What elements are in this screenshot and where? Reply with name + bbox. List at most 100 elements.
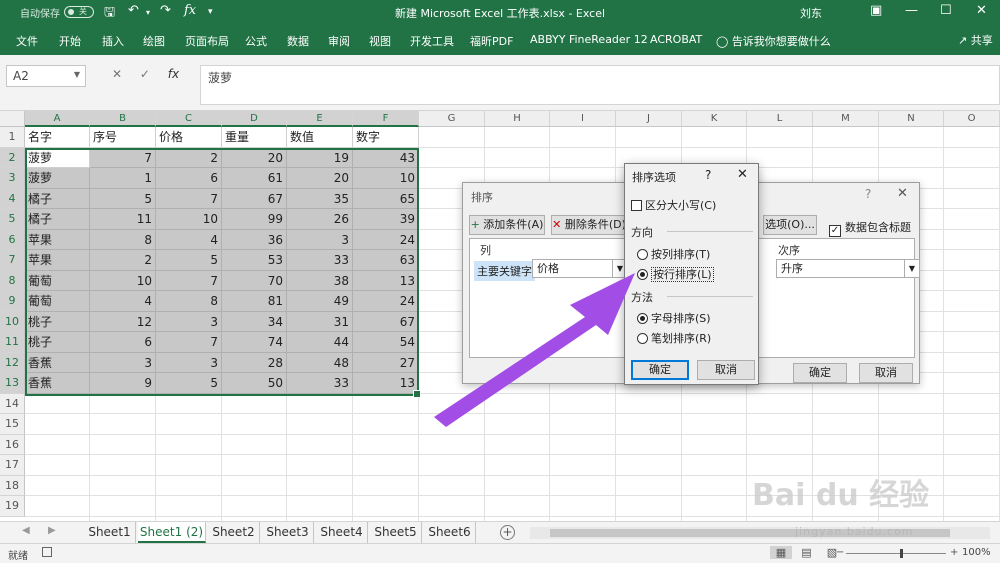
cell-e1[interactable]: 数值 <box>287 127 353 148</box>
cell-d7[interactable]: 53 <box>222 250 287 271</box>
row-header-10[interactable]: 10 <box>0 311 25 332</box>
minimize-icon[interactable]: — <box>905 3 918 18</box>
case-sensitive-checkbox[interactable]: 区分大小写(C) <box>631 197 716 213</box>
cell-c4[interactable]: 7 <box>156 188 222 209</box>
column-header-e[interactable]: E <box>287 111 353 127</box>
cell-b2[interactable]: 7 <box>90 147 156 168</box>
cell-d8[interactable]: 70 <box>222 270 287 291</box>
row-header-7[interactable]: 7 <box>0 250 25 271</box>
row-header-17[interactable]: 17 <box>0 455 25 476</box>
cell-a7[interactable]: 苹果 <box>25 250 90 271</box>
cell-d11[interactable]: 74 <box>222 332 287 353</box>
cell-f9[interactable]: 24 <box>353 291 419 312</box>
cell-e3[interactable]: 20 <box>287 168 353 189</box>
cell-b7[interactable]: 2 <box>90 250 156 271</box>
sheet-tab-2[interactable]: Sheet1 (2) <box>138 522 206 543</box>
row-header-15[interactable]: 15 <box>0 414 25 435</box>
help-icon[interactable]: ? <box>705 168 711 182</box>
cell-a11[interactable]: 桃子 <box>25 332 90 353</box>
row-header-2[interactable]: 2 <box>0 147 25 168</box>
cell-a4[interactable]: 橘子 <box>25 188 90 209</box>
cell-f2[interactable]: 43 <box>353 147 419 168</box>
tab-insert[interactable]: 插入 <box>102 33 124 49</box>
zoom-in-icon[interactable]: + <box>950 547 958 558</box>
cell-b6[interactable]: 8 <box>90 229 156 250</box>
cell-e7[interactable]: 33 <box>287 250 353 271</box>
column-header-o[interactable]: O <box>944 111 1000 127</box>
row-header-9[interactable]: 9 <box>0 291 25 312</box>
column-header-l[interactable]: L <box>747 111 813 127</box>
cell-f5[interactable]: 39 <box>353 209 419 230</box>
page-layout-view-icon[interactable]: ▤ <box>796 546 818 559</box>
help-icon[interactable]: ? <box>865 187 871 201</box>
column-header-g[interactable]: G <box>419 111 485 127</box>
add-level-button[interactable]: + 添加条件(A) <box>469 215 545 235</box>
cell-d4[interactable]: 67 <box>222 188 287 209</box>
cell-f13[interactable]: 13 <box>353 373 419 394</box>
row-header-13[interactable]: 13 <box>0 373 25 394</box>
cell-e8[interactable]: 38 <box>287 270 353 291</box>
cell-f1[interactable]: 数字 <box>353 127 419 148</box>
column-header-d[interactable]: D <box>222 111 287 127</box>
cell-e10[interactable]: 31 <box>287 311 353 332</box>
cell-a12[interactable]: 香蕉 <box>25 352 90 373</box>
cell-a9[interactable]: 葡萄 <box>25 291 90 312</box>
tab-data[interactable]: 数据 <box>287 33 309 49</box>
zoom-level[interactable]: 100% <box>962 547 991 558</box>
cell-b11[interactable]: 6 <box>90 332 156 353</box>
sheet-tab-3[interactable]: Sheet2 <box>208 522 260 543</box>
formula-input[interactable]: 菠萝 <box>200 65 1000 105</box>
cell-e11[interactable]: 44 <box>287 332 353 353</box>
sort-options-button[interactable]: 选项(O)... <box>763 215 817 235</box>
cell-d3[interactable]: 61 <box>222 168 287 189</box>
select-all-corner[interactable] <box>0 111 25 127</box>
cell-f3[interactable]: 10 <box>353 168 419 189</box>
cell-d1[interactable]: 重量 <box>222 127 287 148</box>
insert-function-button[interactable]: fx <box>168 67 179 81</box>
cell-a13[interactable]: 香蕉 <box>25 373 90 394</box>
cell-c9[interactable]: 8 <box>156 291 222 312</box>
column-header-a[interactable]: A <box>25 111 90 127</box>
options-cancel-button[interactable]: 取消 <box>697 360 755 380</box>
horizontal-scrollbar[interactable] <box>530 527 990 539</box>
row-header-14[interactable]: 14 <box>0 393 25 414</box>
cell-a1[interactable]: 名字 <box>25 127 90 148</box>
row-header-16[interactable]: 16 <box>0 434 25 455</box>
zoom-slider[interactable] <box>846 549 946 558</box>
cell-a8[interactable]: 葡萄 <box>25 270 90 291</box>
zoom-out-icon[interactable]: − <box>836 547 844 558</box>
cell-f6[interactable]: 24 <box>353 229 419 250</box>
tell-me-search[interactable]: ◯ 告诉我你想要做什么 <box>716 33 831 49</box>
row-header-11[interactable]: 11 <box>0 332 25 353</box>
cell-a10[interactable]: 桃子 <box>25 311 90 332</box>
tab-developer[interactable]: 开发工具 <box>410 33 454 49</box>
tab-page-layout[interactable]: 页面布局 <box>185 33 229 49</box>
column-header-h[interactable]: H <box>485 111 550 127</box>
share-button[interactable]: ↗ 共享 <box>958 32 993 48</box>
row-header-6[interactable]: 6 <box>0 229 25 250</box>
cell-f11[interactable]: 54 <box>353 332 419 353</box>
add-sheet-button[interactable]: + <box>500 525 515 540</box>
cell-c3[interactable]: 6 <box>156 168 222 189</box>
cell-b4[interactable]: 5 <box>90 188 156 209</box>
cell-d6[interactable]: 36 <box>222 229 287 250</box>
column-header-m[interactable]: M <box>813 111 879 127</box>
cell-b1[interactable]: 序号 <box>90 127 156 148</box>
close-icon[interactable]: ✕ <box>976 3 987 18</box>
cell-e13[interactable]: 33 <box>287 373 353 394</box>
close-icon[interactable]: ✕ <box>897 186 908 201</box>
normal-view-icon[interactable]: ▦ <box>770 546 792 559</box>
cell-c11[interactable]: 7 <box>156 332 222 353</box>
close-icon[interactable]: ✕ <box>737 167 748 182</box>
cell-e4[interactable]: 35 <box>287 188 353 209</box>
cell-f4[interactable]: 65 <box>353 188 419 209</box>
row-header-4[interactable]: 4 <box>0 188 25 209</box>
cell-b13[interactable]: 9 <box>90 373 156 394</box>
cancel-entry-icon[interactable]: ✕ <box>112 67 122 81</box>
cell-d2[interactable]: 20 <box>222 147 287 168</box>
cell-b10[interactable]: 12 <box>90 311 156 332</box>
row-header-3[interactable]: 3 <box>0 168 25 189</box>
tab-review[interactable]: 审阅 <box>328 33 350 49</box>
sheet-tab-6[interactable]: Sheet5 <box>370 522 422 543</box>
sort-ok-button[interactable]: 确定 <box>793 363 847 383</box>
